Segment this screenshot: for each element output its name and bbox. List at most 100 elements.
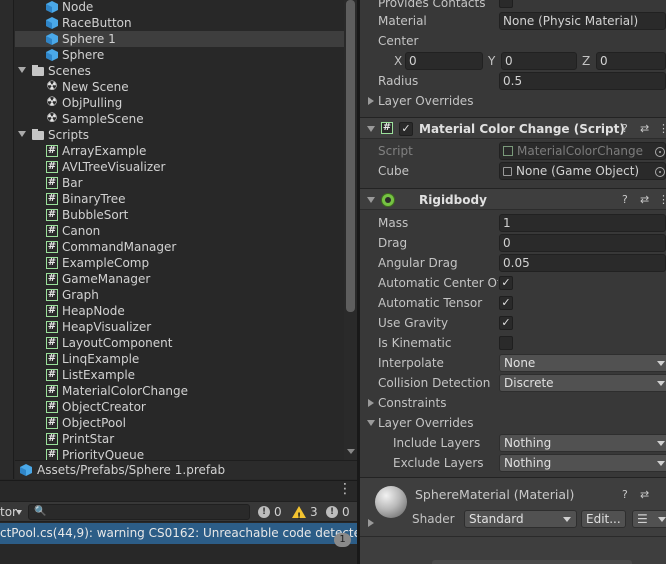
project-scrollbar-thumb[interactable] <box>346 0 355 312</box>
project-asset-row[interactable]: # ObjectPool <box>15 415 344 431</box>
warning-count-toggle[interactable]: ! 3 <box>292 503 320 522</box>
foldout-collapsed-icon[interactable] <box>368 519 374 527</box>
center-x-field[interactable]: 0 <box>405 52 483 70</box>
interpolate-dropdown[interactable]: None <box>499 354 666 372</box>
project-asset-row[interactable]: # CommandManager <box>15 239 344 255</box>
csharp-script-icon: # <box>46 193 58 205</box>
center-y-field[interactable]: 0 <box>501 52 577 70</box>
drag-field[interactable]: 0 <box>499 234 666 252</box>
angular-drag-field[interactable]: 0.05 <box>499 254 666 272</box>
collision-detection-dropdown[interactable]: Discrete <box>499 374 666 392</box>
auto-tensor-label: Automatic Tensor <box>378 296 483 310</box>
component-enabled-checkbox[interactable]: ✓ <box>399 122 413 136</box>
preset-settings-icon[interactable]: ⇄ <box>640 487 649 503</box>
help-icon[interactable]: ? <box>622 121 628 137</box>
project-asset-row[interactable]: # PriorityQueue <box>15 447 344 460</box>
preset-settings-icon[interactable]: ⇄ <box>640 121 649 137</box>
more-options-icon[interactable]: ⋮ <box>658 121 666 137</box>
physic-material-field[interactable]: None (Physic Material) <box>499 12 666 30</box>
console-log-entry[interactable]: ctPool.cs(44,9): warning CS0162: Unreach… <box>0 523 357 544</box>
collider-layer-overrides[interactable]: Layer Overrides <box>378 93 473 109</box>
project-asset-row[interactable]: ☢ New Scene <box>15 79 344 95</box>
more-options-icon[interactable]: ⋮ <box>658 192 666 208</box>
gameobject-icon <box>503 167 512 176</box>
project-asset-row[interactable]: # BubbleSort <box>15 207 344 223</box>
angular-drag-label: Angular Drag <box>378 256 458 270</box>
center-z-field[interactable]: 0 <box>596 52 666 70</box>
project-item-label: ObjPulling <box>62 96 123 110</box>
provides-contacts-checkbox[interactable] <box>499 0 513 8</box>
project-folder-row[interactable]: Scenes <box>15 63 344 79</box>
object-picker-icon[interactable] <box>655 167 665 177</box>
shader-edit-button[interactable]: Edit... <box>581 510 626 528</box>
project-panel: Node RaceButton Sphere 1 Sphere Scenes ☢ New S… <box>0 0 357 479</box>
project-asset-row[interactable]: # BinaryTree <box>15 191 344 207</box>
help-icon[interactable]: ? <box>622 192 628 208</box>
project-asset-row[interactable]: # PrintStar <box>15 431 344 447</box>
auto-center-of-mass-checkbox[interactable]: ✓ <box>499 276 513 290</box>
project-scrollbar[interactable] <box>344 0 357 460</box>
project-asset-row[interactable]: # Canon <box>15 223 344 239</box>
project-asset-row[interactable]: # MaterialColorChange <box>15 383 344 399</box>
shader-list-button[interactable]: ☰ <box>632 510 666 528</box>
csharp-script-icon: # <box>46 369 58 381</box>
foldout-expanded-icon[interactable] <box>18 131 26 137</box>
rigidbody-layer-overrides[interactable]: Layer Overrides <box>378 415 473 431</box>
foldout-expanded-icon[interactable] <box>367 420 375 426</box>
foldout-expanded-icon[interactable] <box>18 67 26 73</box>
material-color-change-header[interactable]: # ✓ Material Color Change (Script) ? ⇄ ⋮ <box>360 117 666 139</box>
foldout-collapsed-icon[interactable] <box>368 97 374 105</box>
is-kinematic-checkbox[interactable] <box>499 336 513 350</box>
project-asset-row[interactable]: # ExampleComp <box>15 255 344 271</box>
project-item-label: PriorityQueue <box>62 448 145 460</box>
project-item-label: LayoutComponent <box>62 336 173 350</box>
project-asset-row[interactable]: # GameManager <box>15 271 344 287</box>
foldout-expanded-icon[interactable] <box>367 126 375 132</box>
interpolate-label: Interpolate <box>378 356 444 370</box>
project-asset-row[interactable]: Node <box>15 0 344 15</box>
clear-dropdown[interactable]: tor <box>0 503 25 521</box>
csharp-script-icon: # <box>46 257 58 269</box>
project-asset-row[interactable]: # LayoutComponent <box>15 335 344 351</box>
console-search-input[interactable]: 🔍 <box>28 504 250 520</box>
project-asset-row[interactable]: Sphere 1 <box>15 31 344 47</box>
foldout-expanded-icon[interactable] <box>367 197 375 203</box>
project-asset-row[interactable]: # ListExample <box>15 367 344 383</box>
project-asset-row[interactable]: # Graph <box>15 287 344 303</box>
project-asset-row[interactable]: RaceButton <box>15 15 344 31</box>
mass-field[interactable]: 1 <box>499 214 666 232</box>
cube-field[interactable]: None (Game Object) <box>499 162 666 180</box>
project-asset-row[interactable]: # HeapVisualizer <box>15 319 344 335</box>
project-asset-row[interactable]: # ObjectCreator <box>15 399 344 415</box>
preset-settings-icon[interactable]: ⇄ <box>640 192 649 208</box>
info-icon: ! <box>258 506 270 518</box>
constraints-foldout[interactable]: Constraints <box>378 395 446 411</box>
project-asset-row[interactable]: # Bar <box>15 175 344 191</box>
project-asset-row[interactable]: # HeapNode <box>15 303 344 319</box>
help-icon[interactable]: ? <box>622 487 628 503</box>
project-asset-row[interactable]: # ArrayExample <box>15 143 344 159</box>
project-asset-row[interactable]: # AVLTreeVisualizer <box>15 159 344 175</box>
project-item-label: ListExample <box>62 368 136 382</box>
project-asset-row[interactable]: ☢ ObjPulling <box>15 95 344 111</box>
project-asset-row[interactable]: ☢ SampleScene <box>15 111 344 127</box>
scroll-down-arrow-icon[interactable] <box>347 449 355 454</box>
radius-field[interactable]: 0.5 <box>499 72 666 90</box>
project-item-label: Scripts <box>48 128 90 142</box>
project-asset-row[interactable]: Sphere <box>15 47 344 63</box>
project-asset-row[interactable]: # LinqExample <box>15 351 344 367</box>
search-icon: 🔍 <box>34 506 47 517</box>
shader-dropdown[interactable]: Standard <box>464 510 577 528</box>
component-title: Material Color Change (Script) <box>419 122 625 136</box>
project-folder-row[interactable]: Scripts <box>15 127 344 143</box>
error-count-toggle[interactable]: ! 0 <box>326 503 354 521</box>
add-component-button[interactable] <box>432 560 632 564</box>
foldout-collapsed-icon[interactable] <box>368 399 374 407</box>
include-layers-dropdown[interactable]: Nothing <box>499 434 666 452</box>
auto-tensor-checkbox[interactable]: ✓ <box>499 296 513 310</box>
info-count-toggle[interactable]: ! 0 <box>258 503 286 521</box>
rigidbody-header[interactable]: Rigidbody ? ⇄ ⋮ <box>360 188 666 210</box>
use-gravity-checkbox[interactable]: ✓ <box>499 316 513 330</box>
exclude-layers-dropdown[interactable]: Nothing <box>499 454 666 472</box>
console-more-icon[interactable]: ⋮ <box>338 482 352 498</box>
